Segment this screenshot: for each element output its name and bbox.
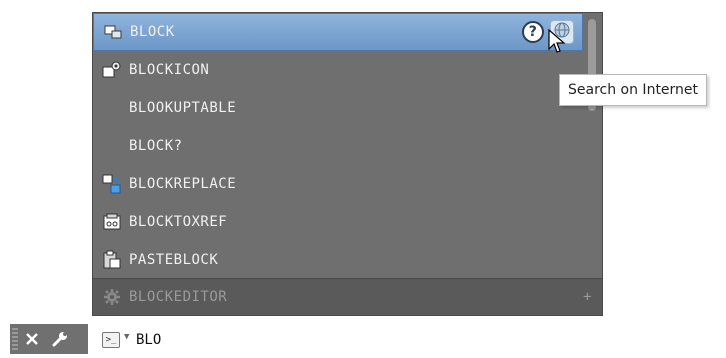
help-button[interactable]: ? — [522, 21, 544, 43]
block-replace-icon — [101, 173, 123, 195]
chevron-down-icon[interactable]: ▼ — [124, 332, 129, 342]
autocomplete-label: BLOCK? — [129, 138, 183, 154]
autocomplete-item-pasteblock[interactable]: PASTEBLOCK — [93, 241, 583, 279]
autocomplete-item-block-query[interactable]: BLOCK? — [93, 127, 583, 165]
mouse-cursor-icon — [548, 28, 566, 59]
autocomplete-label: BLOCKREPLACE — [129, 176, 237, 192]
autocomplete-label: BLOCK — [130, 24, 175, 40]
command-prompt-icon[interactable]: >_ — [102, 332, 120, 348]
close-button[interactable] — [18, 325, 46, 353]
autocomplete-panel: BLOCK ? BLOCKICON BLOOKUPTABLE BLOCK? BL… — [92, 12, 603, 316]
autocomplete-list: BLOCK ? BLOCKICON BLOOKUPTABLE BLOCK? BL… — [93, 13, 583, 279]
command-line: >_ ▼ — [0, 320, 726, 358]
command-line-toolbar — [10, 324, 88, 354]
autocomplete-label: BLOOKUPTABLE — [129, 100, 237, 116]
gear-icon — [101, 286, 123, 308]
autocomplete-item-blockicon[interactable]: BLOCKICON — [93, 51, 583, 89]
command-input[interactable] — [136, 329, 536, 351]
autocomplete-footer-label: BLOCKEDITOR — [129, 289, 228, 305]
autocomplete-item-block[interactable]: BLOCK ? — [93, 13, 583, 51]
tooltip: Search on Internet — [559, 74, 708, 106]
customize-button[interactable] — [46, 325, 74, 353]
blockicon-icon — [101, 59, 123, 81]
paste-block-icon — [101, 249, 123, 271]
autocomplete-label: PASTEBLOCK — [129, 252, 219, 268]
block-to-xref-icon — [101, 211, 123, 233]
expand-plus-icon[interactable]: + — [583, 289, 592, 305]
wrench-icon — [52, 332, 67, 347]
autocomplete-item-blocktoxref[interactable]: BLOCKTOXREF — [93, 203, 583, 241]
autocomplete-item-blockreplace[interactable]: BLOCKREPLACE — [93, 165, 583, 203]
autocomplete-label: BLOCKICON — [129, 62, 210, 78]
autocomplete-item-blookuptable[interactable]: BLOOKUPTABLE — [93, 89, 583, 127]
autocomplete-label: BLOCKTOXREF — [129, 214, 228, 230]
close-icon — [26, 333, 38, 345]
block-icon — [102, 21, 124, 43]
autocomplete-footer-blockeditor[interactable]: BLOCKEDITOR + — [93, 278, 602, 315]
